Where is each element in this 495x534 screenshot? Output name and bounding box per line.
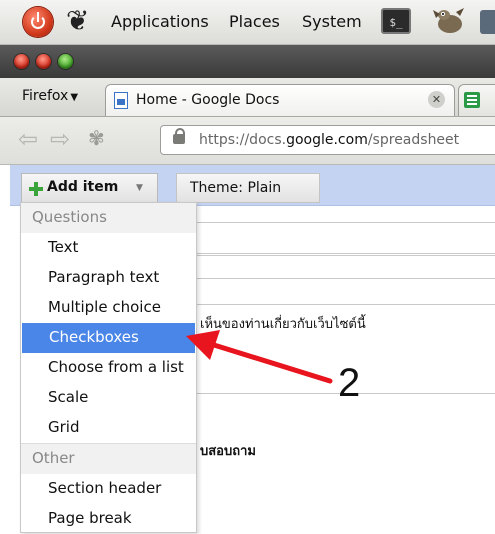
terminal-icon[interactable]: $_ <box>381 8 411 34</box>
tab-google-docs[interactable]: Home - Google Docs ✕ <box>105 84 455 116</box>
menu-section-questions: Questions <box>21 203 196 233</box>
menu-item-section-header[interactable]: Section header <box>21 474 196 504</box>
browser-navigation-bar: ⇦ ⇨ ✾ https://docs.google.com/spreadshee… <box>0 117 495 165</box>
tab-spreadsheet[interactable] <box>458 84 495 116</box>
desktop-top-panel: ❦ Applications Places System $_ <box>0 0 495 45</box>
page-content: Add item ▼ Theme: Plain เห็นของท่านเกี่ย… <box>0 165 495 533</box>
firefox-menu-button[interactable]: Firefox ▼ <box>22 88 78 104</box>
google-docs-favicon-icon <box>114 92 128 109</box>
url-text[interactable]: https://docs.google.com/spreadsheet <box>199 132 459 148</box>
theme-button[interactable]: Theme: Plain <box>176 173 320 203</box>
form-editor-toolbar: Add item ▼ Theme: Plain <box>10 165 495 206</box>
close-window-icon[interactable] <box>14 54 29 69</box>
browser-tab-strip: Firefox ▼ Home - Google Docs ✕ <box>0 78 495 117</box>
menu-item-paragraph-text[interactable]: Paragraph text <box>21 263 196 293</box>
lock-icon <box>173 128 185 144</box>
add-item-button[interactable]: Add item ▼ <box>21 173 158 203</box>
window-titlebar <box>0 45 495 78</box>
back-arrow-icon[interactable]: ⇦ <box>18 125 38 153</box>
question-text: เห็นของท่านเกี่ยวกับเว็บไซต์นี้ <box>200 317 366 332</box>
plus-icon <box>29 182 43 196</box>
menu-item-page-break[interactable]: Page break <box>21 504 196 534</box>
menu-item-choose-from-list[interactable]: Choose from a list <box>21 353 196 383</box>
gimp-icon[interactable] <box>430 6 466 36</box>
menu-item-grid[interactable]: Grid <box>21 413 196 443</box>
panel-launcher-icon[interactable] <box>480 10 495 34</box>
add-item-label: Add item <box>47 179 119 195</box>
form-description-field[interactable] <box>196 255 495 279</box>
menu-item-checkboxes[interactable]: Checkboxes <box>22 323 195 353</box>
system-menu[interactable]: System <box>302 12 362 31</box>
menu-caret-icon: ▼ <box>70 92 79 103</box>
minimize-window-icon[interactable] <box>36 54 51 69</box>
menu-item-multiple-choice[interactable]: Multiple choice <box>21 293 196 323</box>
maximize-window-icon[interactable] <box>58 54 73 69</box>
tab-title: Home - Google Docs <box>136 92 280 108</box>
chevron-down-icon: ▼ <box>136 183 143 193</box>
firefox-menu-label: Firefox <box>22 88 69 104</box>
annotation-number: 2 <box>338 361 361 405</box>
menu-item-text[interactable]: Text <box>21 233 196 263</box>
reload-icon[interactable]: ✾ <box>88 126 105 150</box>
applications-menu[interactable]: Applications <box>111 12 209 31</box>
section-title-text: บสอบถาม <box>200 444 256 459</box>
places-menu[interactable]: Places <box>229 12 280 31</box>
spreadsheet-favicon-icon <box>464 92 480 108</box>
add-item-dropdown-menu: Questions Text Paragraph text Multiple c… <box>20 202 197 533</box>
close-tab-icon[interactable]: ✕ <box>428 91 445 108</box>
theme-label: Theme: Plain <box>190 180 282 196</box>
url-bar[interactable]: https://docs.google.com/spreadsheet <box>160 125 495 155</box>
form-title-field[interactable] <box>196 222 495 254</box>
power-icon[interactable] <box>23 7 53 37</box>
forward-arrow-icon[interactable]: ⇨ <box>50 125 70 153</box>
gnome-foot-icon[interactable]: ❦ <box>66 4 89 37</box>
menu-section-other: Other <box>21 444 196 474</box>
menu-item-scale[interactable]: Scale <box>21 383 196 413</box>
